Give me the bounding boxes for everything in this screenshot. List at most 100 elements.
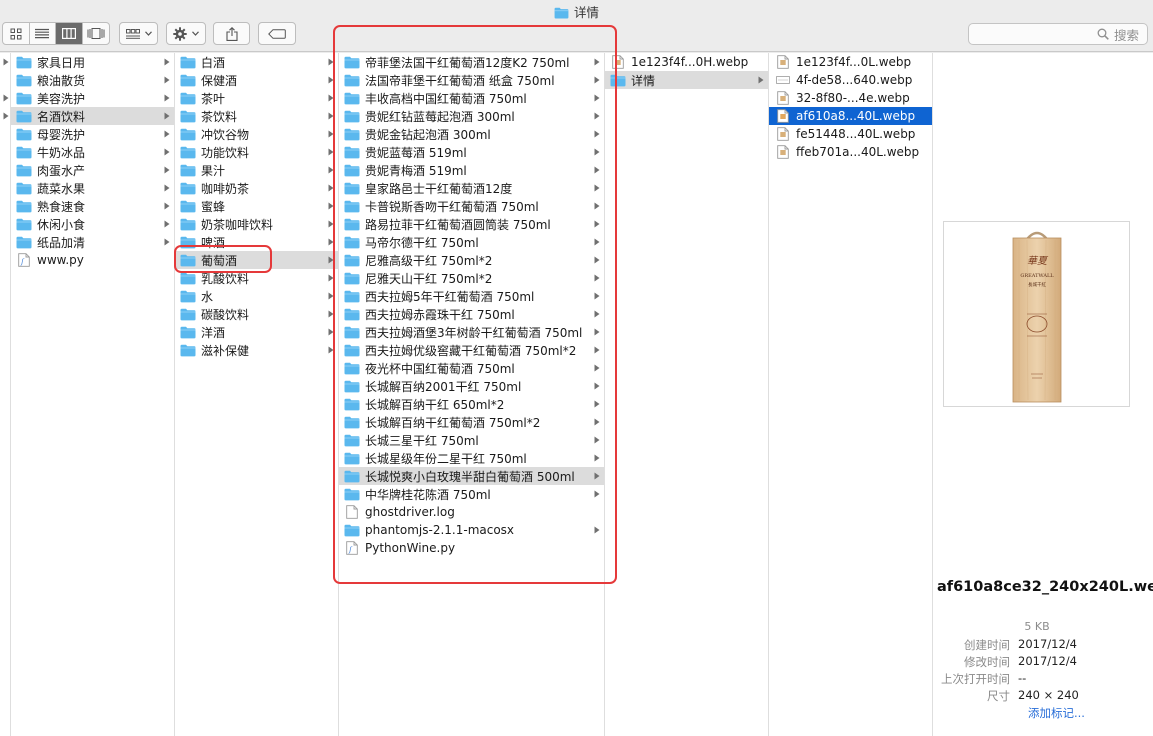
folder-row[interactable]: 贵妮红钻蓝莓起泡酒 300ml	[339, 107, 604, 125]
arrange-icon	[125, 28, 140, 39]
folder-icon	[180, 92, 196, 105]
folder-icon	[16, 182, 32, 195]
coverflow-view-button[interactable]	[83, 23, 109, 44]
folder-row[interactable]: 西夫拉姆5年干红葡萄酒 750ml	[339, 287, 604, 305]
tag-button[interactable]	[258, 22, 296, 45]
action-button[interactable]	[166, 22, 206, 45]
list-view-button[interactable]	[30, 23, 56, 44]
folder-row[interactable]: 丰收高档中国红葡萄酒 750ml	[339, 89, 604, 107]
folder-row[interactable]: 肉蛋水产	[11, 161, 174, 179]
arrange-button[interactable]	[119, 22, 158, 45]
file-row[interactable]: af610a8...40L.webp	[769, 107, 932, 125]
folder-row[interactable]: 洋酒	[175, 323, 338, 341]
folder-row[interactable]: 家具日用	[11, 53, 174, 71]
folder-row[interactable]: 茶饮料	[175, 107, 338, 125]
chevron-right-icon	[592, 71, 602, 89]
folder-row[interactable]: 中华牌桂花陈酒 750ml	[339, 485, 604, 503]
row-label: 纸品加清	[37, 235, 86, 250]
folder-row[interactable]: 滋补保健	[175, 341, 338, 359]
search-field[interactable]: 搜索	[968, 23, 1148, 45]
folder-row[interactable]: 详情	[605, 71, 768, 89]
folder-row[interactable]: 牛奶冰品	[11, 143, 174, 161]
row-label: af610a8...40L.webp	[796, 109, 916, 123]
share-button[interactable]	[213, 22, 250, 45]
folder-row[interactable]: 长城星级年份二星干红 750ml	[339, 449, 604, 467]
folder-row[interactable]: 西夫拉姆酒堡3年树龄干红葡萄酒 750ml	[339, 323, 604, 341]
folder-row[interactable]: 贵妮金钻起泡酒 300ml	[339, 125, 604, 143]
file-row[interactable]: 4f-de58...640.webp	[769, 71, 932, 89]
folder-row[interactable]: 奶茶咖啡饮料	[175, 215, 338, 233]
folder-row[interactable]: 帝菲堡法国干红葡萄酒12度K2 750ml	[339, 53, 604, 71]
folder-row[interactable]: 长城解百纳干红葡萄酒 750ml*2	[339, 413, 604, 431]
chevron-right-icon	[592, 197, 602, 215]
column-subcategories: 白酒 保健酒 茶叶 茶饮料 冲饮谷物 功能饮料 果汁 咖啡奶茶 蜜蜂 奶茶咖啡饮料 啤酒 葡萄酒 乳酸饮…	[175, 53, 339, 736]
chevron-right-icon	[592, 449, 602, 467]
folder-row[interactable]: 夜光杯中国红葡萄酒 750ml	[339, 359, 604, 377]
folder-row[interactable]: 蜜蜂	[175, 197, 338, 215]
folder-row[interactable]: 皇家路邑士干红葡萄酒12度	[339, 179, 604, 197]
metadata-key: 创建时间	[964, 638, 1010, 652]
file-row[interactable]: ghostdriver.log	[339, 503, 604, 521]
file-row[interactable]: 32-8f80-...4e.webp	[769, 89, 932, 107]
column-view-button[interactable]	[56, 23, 83, 44]
folder-row[interactable]: 长城三星干红 750ml	[339, 431, 604, 449]
folder-icon	[344, 362, 360, 375]
folder-row[interactable]: 母婴洗护	[11, 125, 174, 143]
folder-row[interactable]: 长城解百纳干红 650ml*2	[339, 395, 604, 413]
row-label: 粮油散货	[37, 73, 86, 88]
chevron-right-icon	[592, 395, 602, 413]
chevron-right-icon	[592, 161, 602, 179]
add-tag-link[interactable]: 添加标记...	[1028, 705, 1085, 721]
file-row[interactable]: fe51448...40L.webp	[769, 125, 932, 143]
folder-row[interactable]: 乳酸饮料	[175, 269, 338, 287]
folder-row[interactable]: 熟食速食	[11, 197, 174, 215]
file-row[interactable]: ʃ www.py	[11, 251, 174, 269]
folder-row[interactable]: 冲饮谷物	[175, 125, 338, 143]
folder-row[interactable]: 葡萄酒	[175, 251, 338, 269]
folder-row[interactable]: 马帝尔德干红 750ml	[339, 233, 604, 251]
folder-row[interactable]: 茶叶	[175, 89, 338, 107]
folder-row[interactable]: 碳酸饮料	[175, 305, 338, 323]
row-label: 长城星级年份二星干红 750ml	[365, 451, 527, 466]
file-row[interactable]: 1e123f4f...0H.webp	[605, 53, 768, 71]
folder-row[interactable]: 法国帝菲堡干红葡萄酒 纸盒 750ml	[339, 71, 604, 89]
folder-row[interactable]: 卡普锐斯香吻干红葡萄酒 750ml	[339, 197, 604, 215]
folder-row[interactable]: 西夫拉姆优级窖藏干红葡萄酒 750ml*2	[339, 341, 604, 359]
row-label: 水	[201, 289, 214, 304]
metadata-value: 2017/12/4	[1018, 637, 1077, 651]
file-row[interactable]: ffeb701a...40L.webp	[769, 143, 932, 161]
folder-row[interactable]: 保健酒	[175, 71, 338, 89]
folder-row[interactable]: 贵妮蓝莓酒 519ml	[339, 143, 604, 161]
folder-icon	[16, 56, 32, 69]
file-row[interactable]: 1e123f4f...0L.webp	[769, 53, 932, 71]
folder-row[interactable]: 名酒饮料	[11, 107, 174, 125]
folder-row[interactable]: 西夫拉姆赤霞珠干红 750ml	[339, 305, 604, 323]
folder-row[interactable]: 咖啡奶茶	[175, 179, 338, 197]
chevron-right-icon	[326, 287, 336, 305]
folder-icon	[180, 182, 196, 195]
folder-row[interactable]: 粮油散货	[11, 71, 174, 89]
folder-row[interactable]: 长城解百纳2001干红 750ml	[339, 377, 604, 395]
folder-row[interactable]: 贵妮青梅酒 519ml	[339, 161, 604, 179]
folder-row[interactable]: phantomjs-2.1.1-macosx	[339, 521, 604, 539]
folder-row[interactable]: 白酒	[175, 53, 338, 71]
folder-icon	[344, 308, 360, 321]
folder-row[interactable]: 路易拉菲干红葡萄酒圆筒装 750ml	[339, 215, 604, 233]
icon-view-button[interactable]	[3, 23, 30, 44]
folder-row[interactable]: 长城悦爽小白玫瑰半甜白葡萄酒 500ml	[339, 467, 604, 485]
folder-row[interactable]: 果汁	[175, 161, 338, 179]
folder-row[interactable]: 美容洗护	[11, 89, 174, 107]
chevron-right-icon	[326, 161, 336, 179]
file-row[interactable]: ʃ PythonWine.py	[339, 539, 604, 557]
folder-row[interactable]: 功能饮料	[175, 143, 338, 161]
folder-row[interactable]: 休闲小食	[11, 215, 174, 233]
folder-row[interactable]: 水	[175, 287, 338, 305]
row-label: 贵妮红钻蓝莓起泡酒 300ml	[365, 109, 515, 124]
row-label: 长城解百纳干红葡萄酒 750ml*2	[365, 415, 541, 430]
folder-row[interactable]: 尼雅高级干红 750ml*2	[339, 251, 604, 269]
folder-row[interactable]: 蔬菜水果	[11, 179, 174, 197]
folder-row[interactable]: 啤酒	[175, 233, 338, 251]
folder-row[interactable]: 尼雅天山干红 750ml*2	[339, 269, 604, 287]
folder-icon	[180, 164, 196, 177]
folder-row[interactable]: 纸品加清	[11, 233, 174, 251]
